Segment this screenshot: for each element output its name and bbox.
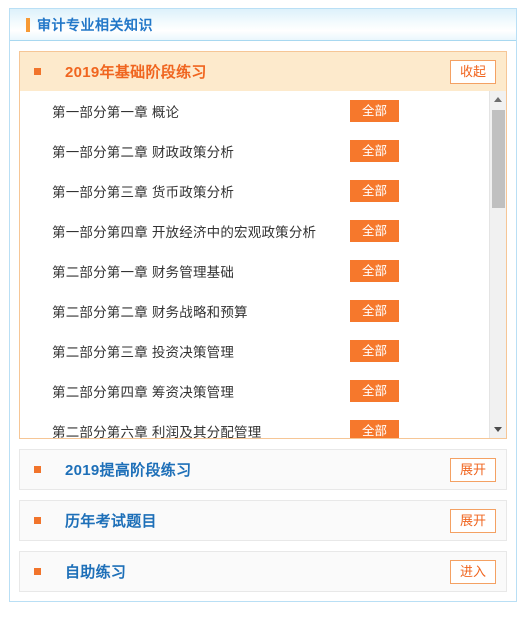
chevron-down-icon <box>494 427 502 432</box>
chapter-list: 第一部分第一章 概论 全部 第一部分第二章 财政政策分析 全部 第一部分第三章 … <box>20 91 489 438</box>
all-questions-button[interactable]: 全部 <box>349 260 399 282</box>
chapter-label: 第一部分第一章 概论 <box>52 105 180 120</box>
chapter-label: 第一部分第三章 货币政策分析 <box>52 185 235 200</box>
chapter-list-scroll-area: 第一部分第一章 概论 全部 第一部分第二章 财政政策分析 全部 第一部分第三章 … <box>20 91 506 438</box>
chapter-list-scrollbar[interactable] <box>489 91 506 438</box>
card-header: 审计专业相关知识 <box>10 9 516 41</box>
all-questions-button[interactable]: 全部 <box>349 140 399 162</box>
title-accent-bar <box>26 17 30 32</box>
chapter-label: 第一部分第四章 开放经济中的宏观政策分析 <box>52 225 317 240</box>
chapter-label: 第二部分第四章 筹资决策管理 <box>52 385 235 400</box>
section-basic-stage: 2019年基础阶段练习 收起 第一部分第一章 概论 全部 第一部分第二章 财政政… <box>19 51 507 439</box>
course-card: 审计专业相关知识 2019年基础阶段练习 收起 第一部分第一章 概论 全部 第一… <box>9 8 517 602</box>
scroll-up-button[interactable] <box>490 91 506 108</box>
all-questions-button[interactable]: 全部 <box>349 420 399 438</box>
chapter-label: 第二部分第六章 利润及其分配管理 <box>52 425 262 438</box>
enter-button[interactable]: 进入 <box>449 559 496 584</box>
chapter-label: 第二部分第三章 投资决策管理 <box>52 345 235 360</box>
list-item[interactable]: 第一部分第三章 货币政策分析 全部 <box>20 171 489 211</box>
section-self-practice[interactable]: 自助练习 进入 <box>19 551 507 592</box>
scroll-down-button[interactable] <box>490 421 506 438</box>
section-title: 历年考试题目 <box>65 513 157 530</box>
card-body: 2019年基础阶段练习 收起 第一部分第一章 概论 全部 第一部分第二章 财政政… <box>10 41 516 601</box>
square-bullet-icon <box>34 517 41 524</box>
chapter-label: 第二部分第一章 财务管理基础 <box>52 265 235 280</box>
expand-button[interactable]: 展开 <box>449 508 496 533</box>
section-title: 2019提高阶段练习 <box>65 462 192 479</box>
chevron-up-icon <box>494 97 502 102</box>
section-title: 自助练习 <box>65 564 127 581</box>
list-item[interactable]: 第一部分第一章 概论 全部 <box>20 91 489 131</box>
chapter-label: 第二部分第二章 财务战略和预算 <box>52 305 248 320</box>
page-title: 审计专业相关知识 <box>37 16 153 33</box>
section-advanced-stage[interactable]: 2019提高阶段练习 展开 <box>19 449 507 490</box>
square-bullet-icon <box>34 68 41 75</box>
list-item[interactable]: 第二部分第四章 筹资决策管理 全部 <box>20 371 489 411</box>
section-past-exams[interactable]: 历年考试题目 展开 <box>19 500 507 541</box>
list-item[interactable]: 第二部分第二章 财务战略和预算 全部 <box>20 291 489 331</box>
square-bullet-icon <box>34 466 41 473</box>
chapter-label: 第一部分第二章 财政政策分析 <box>52 145 235 160</box>
all-questions-button[interactable]: 全部 <box>349 180 399 202</box>
scrollbar-thumb[interactable] <box>492 110 505 208</box>
list-item[interactable]: 第二部分第一章 财务管理基础 全部 <box>20 251 489 291</box>
all-questions-button[interactable]: 全部 <box>349 300 399 322</box>
all-questions-button[interactable]: 全部 <box>349 380 399 402</box>
collapse-button[interactable]: 收起 <box>449 59 496 84</box>
all-questions-button[interactable]: 全部 <box>349 220 399 242</box>
all-questions-button[interactable]: 全部 <box>349 340 399 362</box>
list-item[interactable]: 第二部分第六章 利润及其分配管理 全部 <box>20 411 489 438</box>
all-questions-button[interactable]: 全部 <box>349 100 399 122</box>
list-item[interactable]: 第一部分第二章 财政政策分析 全部 <box>20 131 489 171</box>
section-title: 2019年基础阶段练习 <box>65 64 207 81</box>
square-bullet-icon <box>34 568 41 575</box>
list-item[interactable]: 第一部分第四章 开放经济中的宏观政策分析 全部 <box>20 211 489 251</box>
list-item[interactable]: 第二部分第三章 投资决策管理 全部 <box>20 331 489 371</box>
expand-button[interactable]: 展开 <box>449 457 496 482</box>
section-header-basic-stage[interactable]: 2019年基础阶段练习 收起 <box>20 52 506 91</box>
